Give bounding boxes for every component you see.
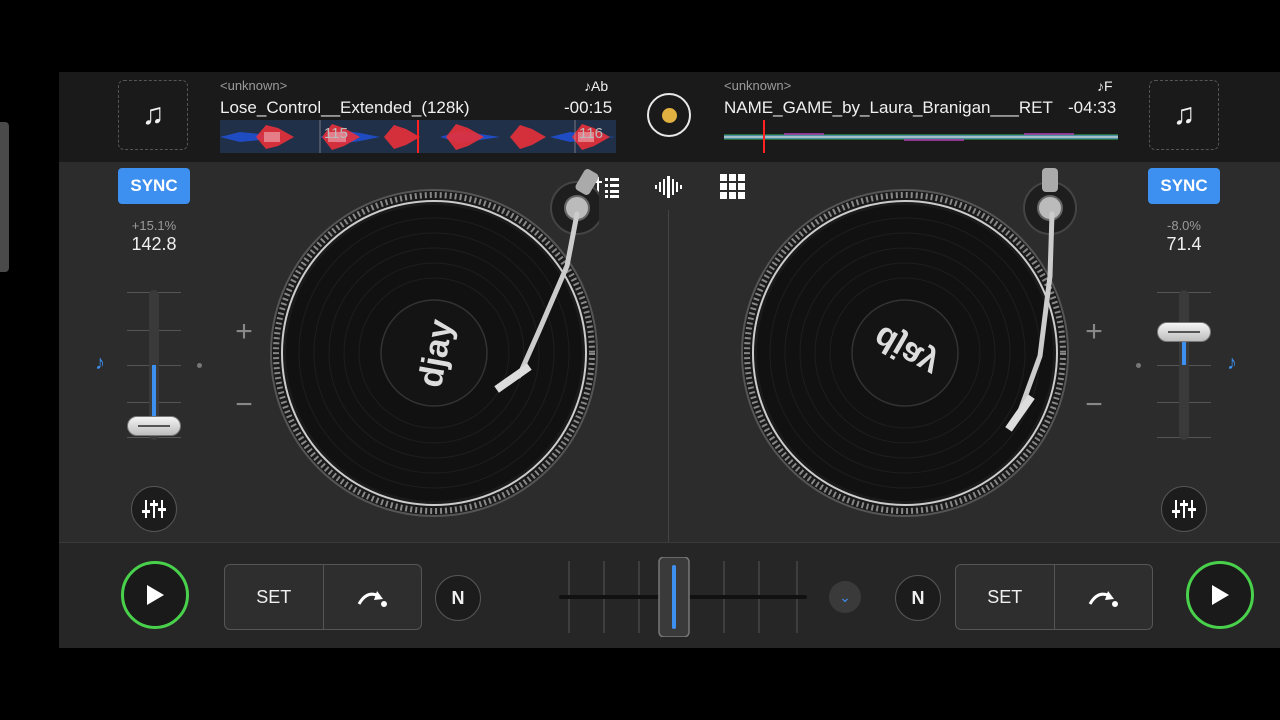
crossfader-track (559, 556, 807, 638)
deck-a-key: ♪Ab (584, 78, 609, 94)
deck-a-title: Lose_Control__Extended_(128k) (220, 98, 470, 117)
deck-b-pitch-plus[interactable]: + (1079, 317, 1109, 347)
deck-b-pitch-thumb[interactable] (1157, 322, 1211, 342)
deck-b-center-dot (1136, 363, 1141, 368)
deck-a-tonearm[interactable] (489, 166, 599, 426)
deck-a-center-dot (197, 363, 202, 368)
deck-a-pitch-thumb[interactable] (127, 416, 181, 436)
deck-a-artist: <unknown> (220, 78, 288, 93)
deck-a-cue-group: SET (224, 564, 422, 630)
deck-b-loop-button[interactable] (1053, 565, 1153, 629)
deck-b-pitch-fill (1182, 340, 1186, 365)
play-icon (147, 585, 164, 605)
loop-arrow-icon (1088, 591, 1119, 607)
deck-a-waveform[interactable]: 115 116 (220, 120, 616, 153)
deck-b-tonearm[interactable] (980, 166, 1090, 436)
deck-b-set-cue-button[interactable]: SET (956, 565, 1054, 629)
deck-b-cover-art[interactable]: ♫ (1149, 80, 1219, 150)
deck-a-cover-art[interactable]: ♫ (118, 80, 188, 150)
crossfader[interactable] (559, 556, 809, 638)
deck-b-cue-group: SET (955, 564, 1153, 630)
deck-b-eq-button[interactable] (1161, 486, 1207, 532)
loop-arrow-icon (357, 591, 388, 607)
waveform-view-icon[interactable] (654, 172, 684, 202)
deck-b-key: ♪F (1097, 78, 1113, 94)
record-dot-icon (661, 107, 677, 123)
system-edge-handle[interactable] (0, 122, 9, 272)
deck-b-keylock-note-icon[interactable]: ♪ (1227, 352, 1237, 375)
deck-a-loop-button[interactable] (322, 565, 422, 629)
deck-b-artist: <unknown> (724, 78, 792, 93)
deck-b-play-button[interactable] (1186, 561, 1254, 629)
deck-b-bpm: 71.4 (1166, 234, 1202, 254)
deck-divider (668, 210, 669, 542)
transport-bar: SET N ⌄ N SET (59, 542, 1280, 648)
deck-b-sync-button[interactable]: SYNC (1148, 168, 1220, 204)
dj-app: ♫ <unknown> Lose_Control__Extended_(128k… (59, 72, 1280, 648)
music-note-icon: ♫ (141, 98, 165, 131)
deck-b-title: NAME_GAME_by_Laura_Branigan___RET (724, 98, 1053, 117)
deck-a-pitch-plus[interactable]: + (229, 317, 259, 347)
deck-a-pitch-minus[interactable]: − (229, 390, 259, 420)
beat-marker-115: 115 (324, 125, 348, 142)
deck-a-waveform-graphic: 115 116 (220, 120, 616, 153)
deck-a-bpm: 142.8 (131, 234, 177, 254)
beat-marker-116: 116 (579, 125, 603, 142)
deck-b-pitch-percent: -8.0% (1167, 218, 1201, 233)
mixer-sliders-icon (142, 500, 166, 518)
deck-b-waveform[interactable] (724, 120, 1118, 153)
track-info-bar: ♫ <unknown> Lose_Control__Extended_(128k… (59, 72, 1280, 162)
deck-b-time: -04:33 (1068, 98, 1117, 117)
chevron-down-icon[interactable]: ⌄ (829, 581, 861, 613)
deck-b-waveform-graphic (724, 120, 1118, 153)
deck-b-keylock-button[interactable]: N (895, 575, 941, 621)
music-note-icon: ♫ (1172, 98, 1196, 131)
decks-area: SYNC +15.1% 142.8 ♪ + − djay djay SYNC -… (59, 162, 1280, 542)
deck-a-keylock-note-icon[interactable]: ♪ (95, 352, 105, 375)
deck-b-pitch-track (1179, 290, 1189, 440)
deck-a-pitch-percent: +15.1% (131, 218, 177, 233)
deck-a-sync-button[interactable]: SYNC (118, 168, 190, 204)
deck-a-play-button[interactable] (121, 561, 189, 629)
deck-b-pitch-minus[interactable]: − (1079, 390, 1109, 420)
record-button[interactable] (647, 93, 691, 137)
waveform-view-icon-graphic (655, 176, 682, 198)
mixer-sliders-icon (1172, 500, 1196, 518)
deck-a-time: -00:15 (564, 98, 613, 117)
deck-a-eq-button[interactable] (131, 486, 177, 532)
deck-a-set-cue-button[interactable]: SET (225, 565, 323, 629)
deck-a-turntable[interactable]: djay (269, 169, 609, 533)
play-icon (1212, 585, 1229, 605)
deck-a-keylock-button[interactable]: N (435, 575, 481, 621)
deck-b-turntable[interactable]: djay (740, 168, 1080, 533)
